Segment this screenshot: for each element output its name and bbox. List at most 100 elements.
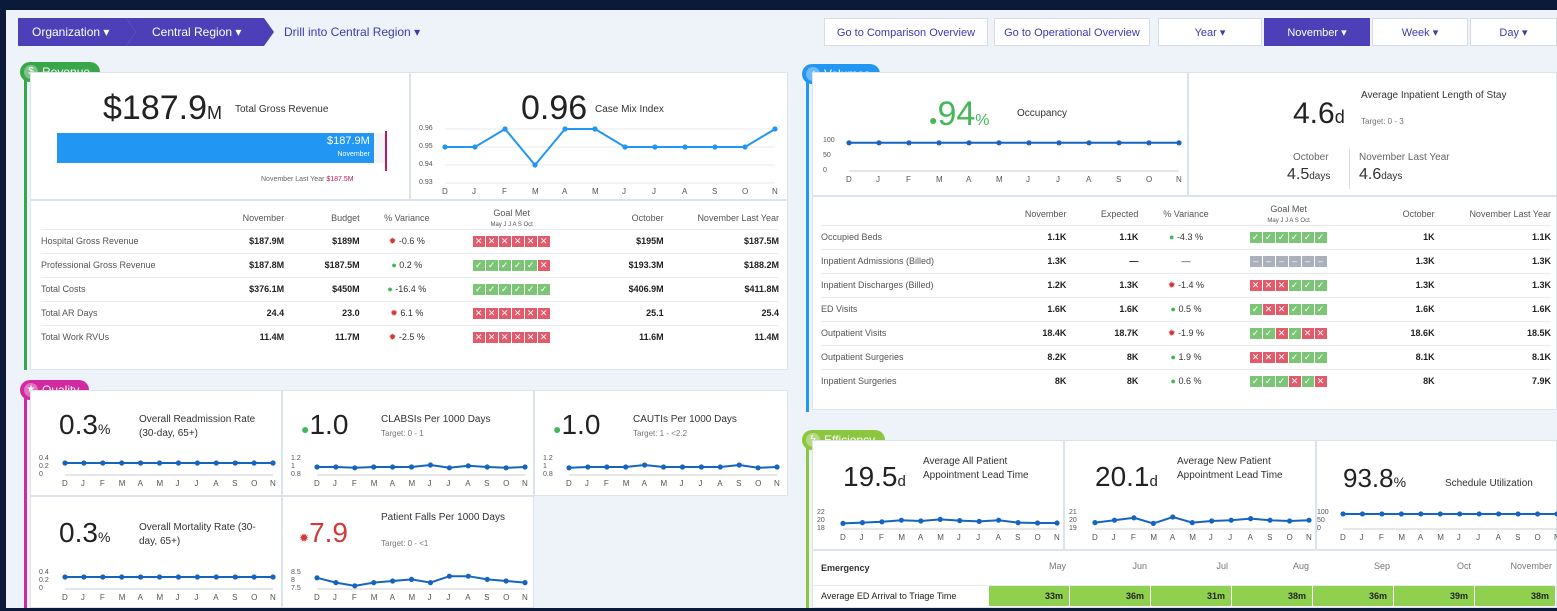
data-point[interactable] [213, 460, 219, 466]
comparison-overview-button[interactable]: Go to Comparison Overview [824, 18, 988, 46]
data-point[interactable] [119, 574, 125, 580]
data-point[interactable] [876, 140, 882, 146]
data-point[interactable] [936, 140, 942, 146]
revenue-row[interactable]: Professional Gross Revenue $187.8M $187.5M… [41, 252, 779, 277]
data-point[interactable] [585, 464, 591, 470]
data-point[interactable] [682, 144, 688, 150]
data-point[interactable] [314, 464, 320, 470]
data-point[interactable] [840, 520, 846, 526]
data-point[interactable] [679, 464, 686, 470]
volumes-row[interactable]: ED Visits 1.6K 1.6K ● 0.5 % ✓ ✕ ✕ ✓ ✓ ✓ 1.6K 1.6K [821, 296, 1551, 321]
volumes-row[interactable]: Inpatient Surgeries 8K 8K ● 0.6 % ✓ ✓ ✓ ✕ ✓ ✕ 8K 7.… [821, 368, 1551, 393]
data-point[interactable] [1150, 520, 1156, 526]
data-point[interactable] [333, 580, 339, 586]
data-point[interactable] [1418, 511, 1424, 517]
data-point[interactable] [62, 460, 68, 466]
data-point[interactable] [1209, 518, 1215, 524]
data-point[interactable] [1026, 140, 1032, 146]
data-point[interactable] [1340, 511, 1346, 517]
data-point[interactable] [1476, 511, 1482, 517]
data-point[interactable] [1398, 511, 1404, 517]
data-point[interactable] [503, 465, 509, 471]
data-point[interactable] [472, 144, 478, 150]
data-point[interactable] [1170, 514, 1176, 520]
data-point[interactable] [333, 464, 339, 470]
data-point[interactable] [465, 573, 471, 579]
data-point[interactable] [717, 464, 723, 470]
data-point[interactable] [194, 460, 200, 466]
volumes-row[interactable]: Occupied Beds 1.1K 1.1K ● -4.3 % ✓ ✓ ✓ ✓ ✓ ✓ 1K 1.1… [821, 224, 1551, 249]
grid-value-cell[interactable]: 36m [1070, 586, 1150, 606]
data-point[interactable] [642, 462, 648, 468]
data-point[interactable] [604, 464, 610, 470]
data-point[interactable] [937, 516, 943, 522]
data-point[interactable] [906, 140, 912, 146]
data-point[interactable] [996, 140, 1002, 146]
data-point[interactable] [1111, 517, 1118, 523]
data-point[interactable] [1054, 520, 1060, 526]
data-point[interactable] [175, 460, 182, 466]
data-point[interactable] [138, 460, 144, 466]
month-dropdown[interactable]: November ▾ [1264, 18, 1370, 46]
data-point[interactable] [1286, 518, 1293, 524]
data-point[interactable] [1306, 517, 1312, 523]
data-point[interactable] [698, 464, 704, 470]
data-point[interactable] [156, 574, 163, 580]
volumes-row[interactable]: Outpatient Visits 18.4K 18.7K ✹ -1.9 % ✓ ✓ ✕ ✓ ✕… [821, 320, 1551, 345]
data-point[interactable] [81, 460, 87, 466]
data-point[interactable] [251, 460, 257, 466]
data-point[interactable] [846, 140, 852, 146]
operational-overview-button[interactable]: Go to Operational Overview [994, 18, 1150, 46]
data-point[interactable] [156, 460, 163, 466]
data-point[interactable] [503, 578, 509, 584]
data-point[interactable] [623, 464, 629, 470]
data-point[interactable] [1146, 140, 1152, 146]
data-point[interactable] [1015, 520, 1021, 526]
data-point[interactable] [742, 144, 748, 150]
data-point[interactable] [996, 517, 1002, 523]
data-point[interactable] [1359, 511, 1366, 517]
volumes-row[interactable]: Inpatient Discharges (Billed) 1.2K 1.3K ✹ -… [821, 272, 1551, 297]
grid-value-cell[interactable]: 39m [1394, 586, 1474, 606]
data-point[interactable] [232, 460, 238, 466]
data-point[interactable] [1457, 511, 1463, 517]
revenue-row[interactable]: Total Work RVUs 11.4M 11.7M ✹ -2.5 % ✕ ✕ ✕ ✕ ✕ ✕ 1… [41, 324, 779, 349]
data-point[interactable] [427, 580, 434, 586]
data-point[interactable] [81, 574, 87, 580]
data-point[interactable] [371, 464, 377, 470]
revenue-row[interactable]: Total AR Days 24.4 23.0 ✹ 6.1 % ✕ ✕ ✕ ✕ ✕ ✕ 25.1 25… [41, 300, 779, 325]
grid-value-cell[interactable]: 38m [1475, 586, 1555, 606]
data-point[interactable] [408, 464, 415, 470]
data-point[interactable] [898, 517, 904, 523]
day-dropdown[interactable]: Day ▾ [1470, 18, 1557, 46]
data-point[interactable] [194, 574, 200, 580]
data-point[interactable] [1056, 140, 1062, 146]
data-point[interactable] [966, 140, 972, 146]
data-point[interactable] [976, 518, 982, 524]
data-point[interactable] [1131, 515, 1137, 521]
data-point[interactable] [1437, 511, 1443, 517]
data-point[interactable] [100, 574, 106, 580]
data-point[interactable] [652, 144, 658, 150]
data-point[interactable] [755, 465, 761, 471]
data-point[interactable] [100, 460, 106, 466]
data-point[interactable] [774, 464, 780, 470]
data-point[interactable] [566, 465, 572, 471]
data-point[interactable] [1092, 520, 1098, 526]
data-point[interactable] [1515, 511, 1521, 517]
data-point[interactable] [1176, 140, 1182, 146]
data-point[interactable] [484, 576, 490, 582]
data-point[interactable] [1267, 517, 1273, 523]
data-point[interactable] [427, 462, 434, 468]
data-point[interactable] [1248, 516, 1254, 522]
grid-value-cell[interactable]: 31m [1151, 586, 1231, 606]
breadcrumb-organization[interactable]: Organization ▾ [18, 18, 136, 46]
data-point[interactable] [1086, 140, 1092, 146]
data-point[interactable] [465, 463, 471, 469]
data-point[interactable] [622, 144, 628, 150]
data-point[interactable] [502, 126, 508, 132]
data-point[interactable] [772, 126, 778, 132]
data-point[interactable] [736, 462, 742, 468]
data-point[interactable] [1496, 511, 1502, 517]
data-point[interactable] [119, 460, 125, 466]
